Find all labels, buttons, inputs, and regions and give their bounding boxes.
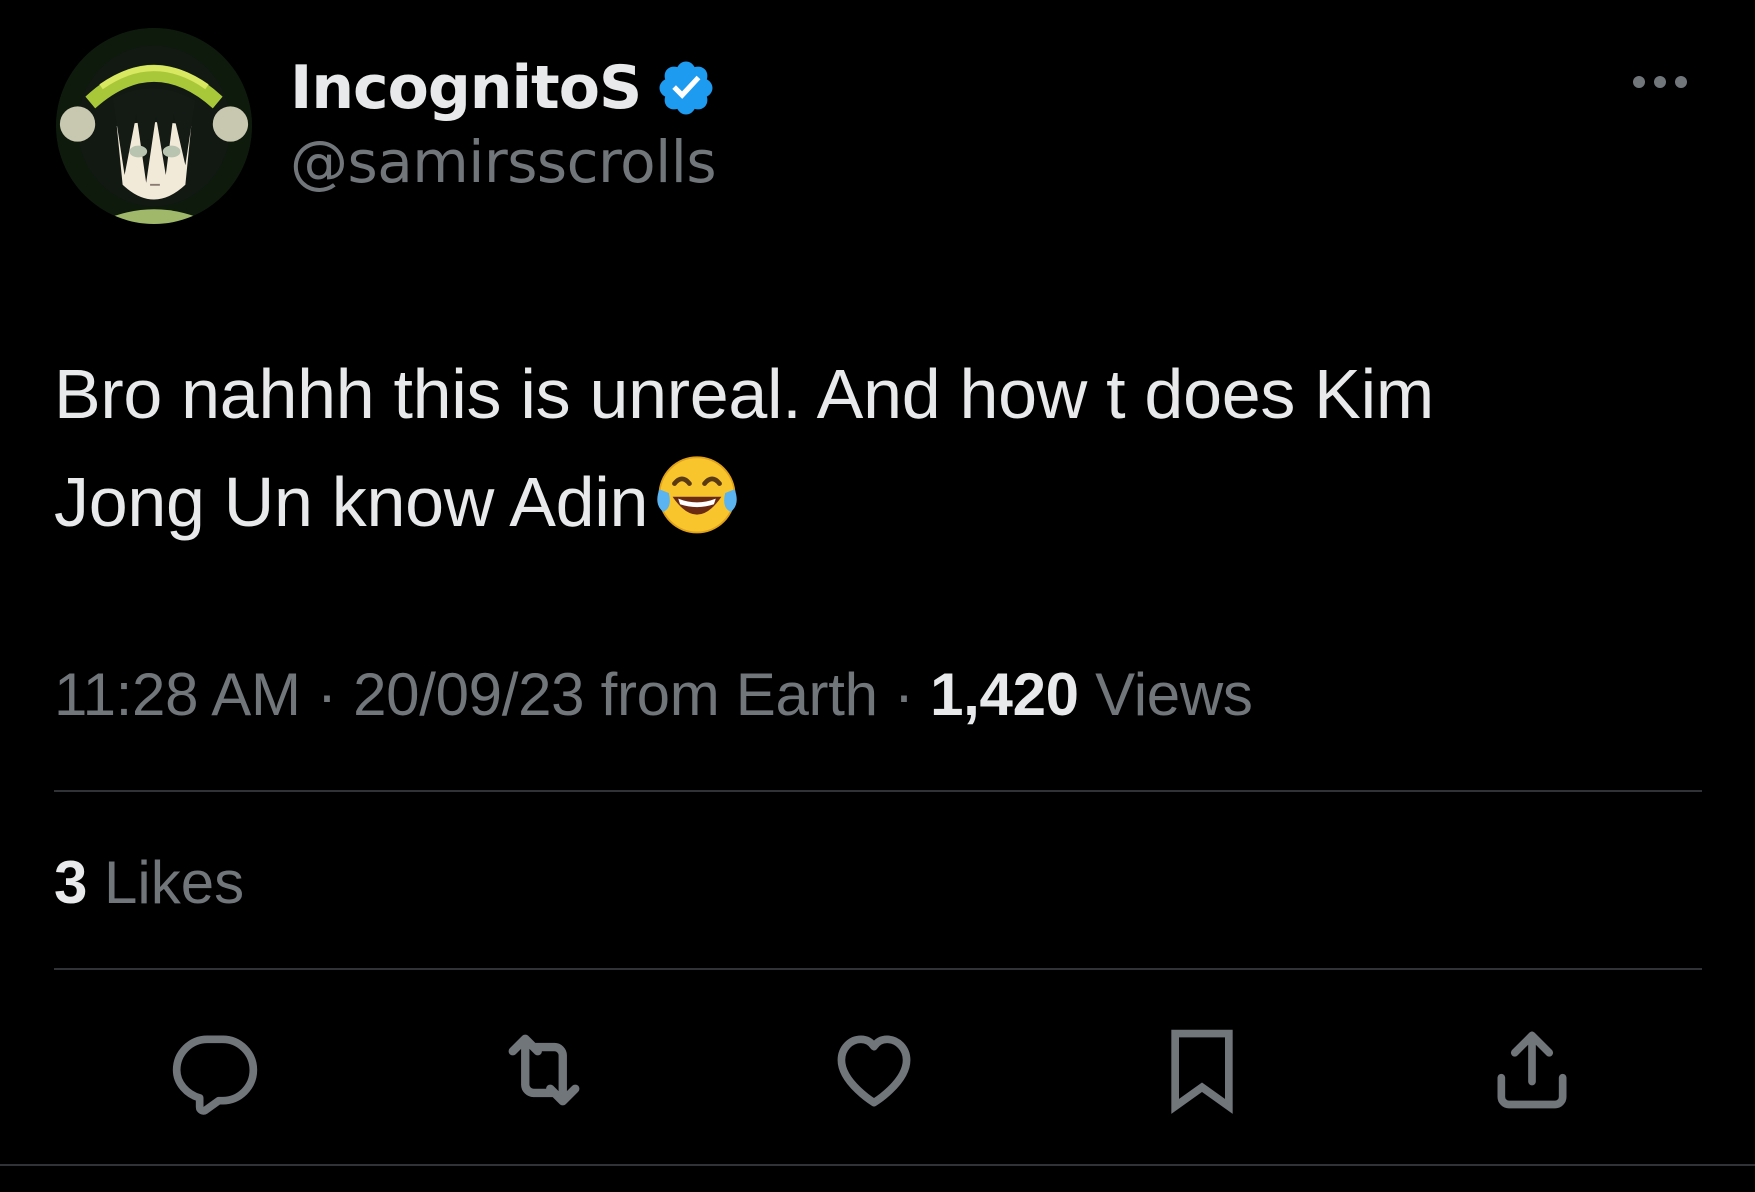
divider (0, 1164, 1755, 1166)
heart-icon (837, 1035, 911, 1107)
avatar[interactable] (56, 28, 252, 224)
bookmark-icon (1171, 1029, 1233, 1114)
likes-stat[interactable]: 3 Likes (54, 848, 244, 917)
more-options-button[interactable] (1620, 62, 1700, 102)
tweet-meta: 11:28 AM · 20/09/23 from Earth · 1,420 V… (54, 660, 1253, 729)
share-icon (1497, 1031, 1567, 1109)
avatar-image (56, 28, 252, 224)
more-dot-icon (1675, 76, 1687, 88)
bookmark-button[interactable] (1152, 1020, 1252, 1120)
user-handle[interactable]: @samirsscrolls (290, 128, 717, 196)
more-dot-icon (1654, 76, 1666, 88)
meta-separator: · (300, 661, 354, 728)
reply-icon (172, 1035, 258, 1115)
verified-badge-icon (659, 61, 713, 115)
views-count: 1,420 (930, 661, 1079, 728)
reply-button[interactable] (165, 1020, 265, 1120)
tweet-text: Bro nahhh this is unreal. And how t does… (54, 342, 1694, 554)
tweet-detail: IncognitoS @samirsscrolls Bro nahhh this… (0, 0, 1755, 1192)
tweet-text-line-2-content: Jong Un know Adin (54, 463, 649, 541)
tweet-time[interactable]: 11:28 AM (54, 661, 301, 728)
divider (54, 790, 1702, 792)
divider (54, 968, 1702, 970)
tweet-date-source: 20/09/23 from Earth (353, 661, 878, 728)
display-name[interactable]: IncognitoS (290, 53, 642, 123)
share-button[interactable] (1482, 1020, 1582, 1120)
more-dot-icon (1633, 76, 1645, 88)
likes-count: 3 (54, 849, 88, 916)
tweet-text-line-1: Bro nahhh this is unreal. And how t does… (54, 355, 1434, 433)
user-name-row[interactable]: IncognitoS (290, 48, 717, 128)
retweet-icon (508, 1034, 580, 1106)
meta-separator: · (877, 661, 931, 728)
like-button[interactable] (824, 1020, 924, 1120)
retweet-button[interactable] (494, 1020, 594, 1120)
face-with-tears-of-joy-icon (650, 446, 744, 540)
views-label: Views (1078, 661, 1253, 728)
likes-label: Likes (87, 849, 245, 916)
tweet-text-line-2: Jong Un know Adin (54, 446, 1694, 554)
